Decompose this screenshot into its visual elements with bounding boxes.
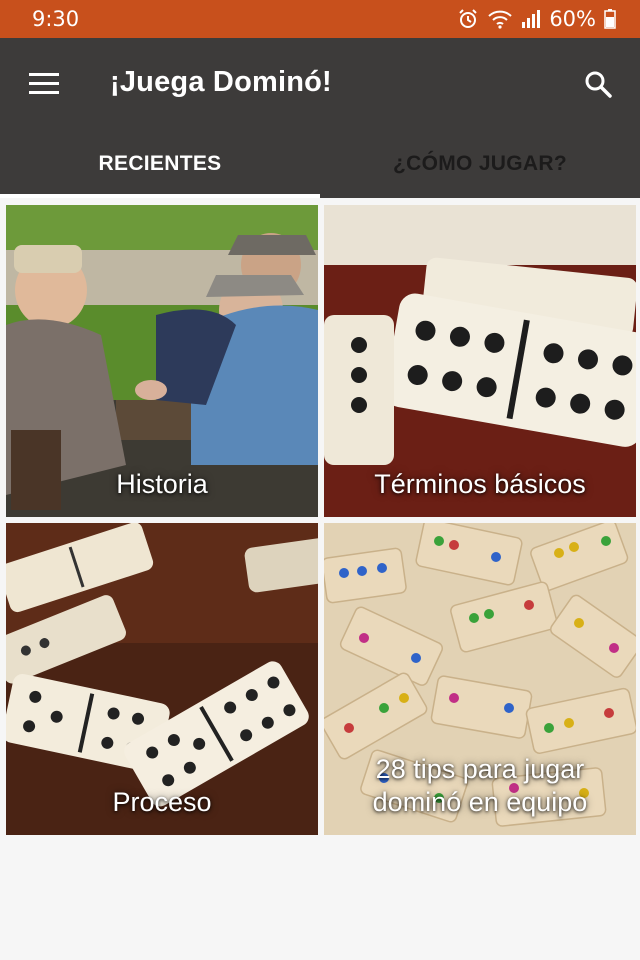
hamburger-menu-icon[interactable] xyxy=(22,62,66,106)
article-grid: Historia Términos básicos Proceso 28 tip… xyxy=(6,205,636,835)
wifi-icon xyxy=(487,9,513,29)
article-card-title: Proceso xyxy=(112,787,212,817)
tab-recientes-label: RECIENTES xyxy=(98,152,222,175)
article-card-28-tips[interactable]: 28 tips para jugar dominó en equipo xyxy=(324,523,636,835)
article-card-title: Términos básicos xyxy=(374,469,586,499)
signal-icon xyxy=(521,9,541,29)
battery-icon xyxy=(604,9,616,29)
status-icons: 60% xyxy=(457,7,616,31)
app-title: ¡Juega Dominó! xyxy=(110,66,332,98)
tab-como-jugar-label: ¿CÓMO JUGAR? xyxy=(393,152,567,175)
tab-como-jugar[interactable]: ¿CÓMO JUGAR? xyxy=(320,130,640,198)
battery-percent: 60% xyxy=(549,7,596,31)
tab-recientes[interactable]: RECIENTES xyxy=(0,130,320,198)
alarm-icon xyxy=(457,8,479,30)
article-card-historia[interactable]: Historia xyxy=(6,205,318,517)
status-bar: 9:30 60% xyxy=(0,0,640,38)
tab-bar: RECIENTES ¿CÓMO JUGAR? xyxy=(0,130,640,198)
article-card-title: 28 tips para jugar dominó en equipo xyxy=(372,754,588,817)
article-card-title: Historia xyxy=(116,469,208,499)
app-toolbar: ¡Juega Dominó! xyxy=(0,38,640,130)
article-card-terminos-basicos[interactable]: Términos básicos xyxy=(324,205,636,517)
search-icon[interactable] xyxy=(576,62,620,106)
article-card-proceso[interactable]: Proceso xyxy=(6,523,318,835)
status-time: 9:30 xyxy=(32,7,80,31)
